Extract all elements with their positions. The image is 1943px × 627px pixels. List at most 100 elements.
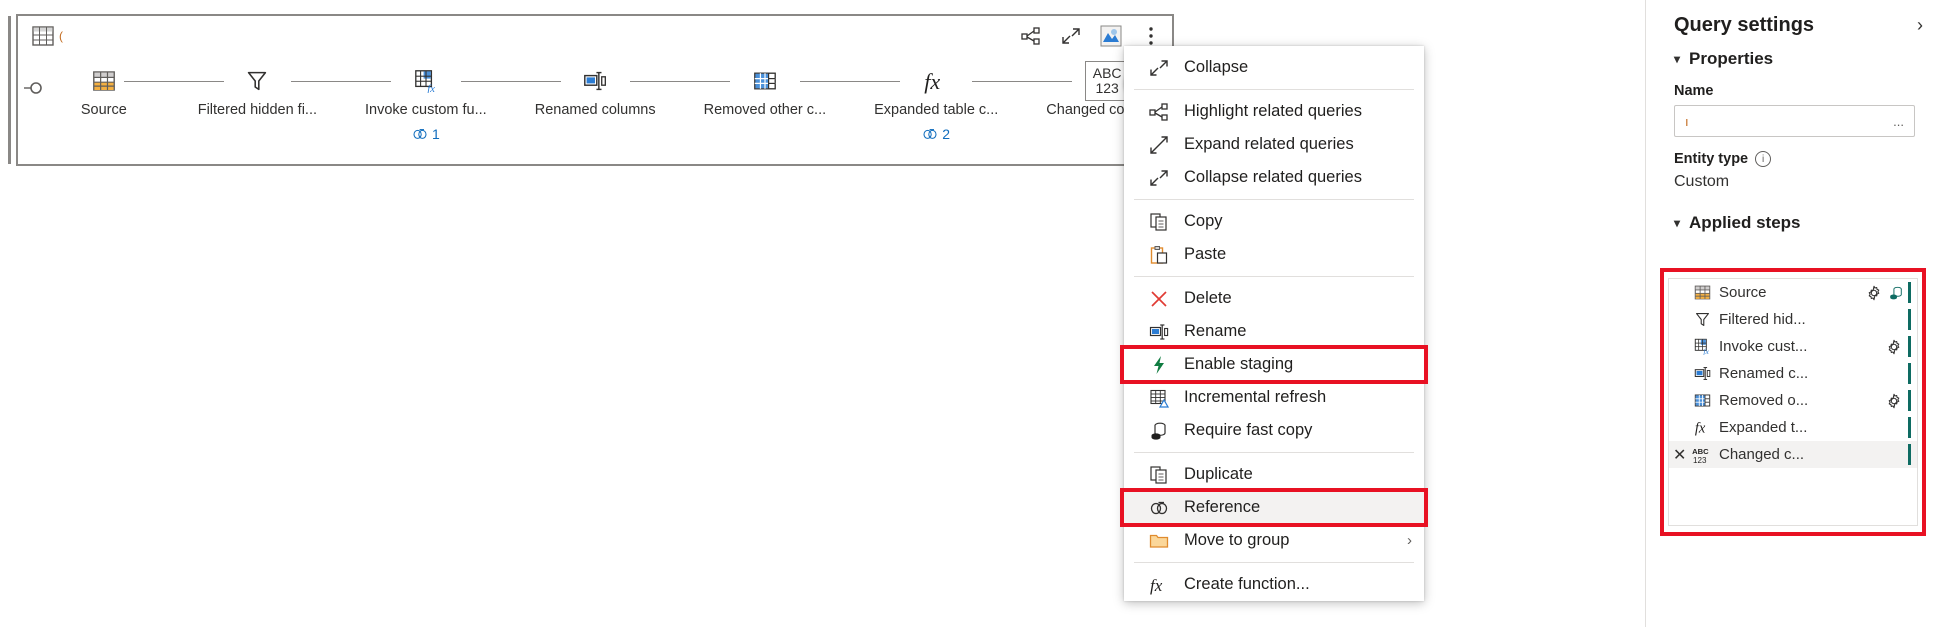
menu-item-incremental-refresh[interactable]: Incremental refresh — [1124, 381, 1424, 414]
menu-item-collapse-related-queries[interactable]: Collapse related queries — [1124, 161, 1424, 194]
table-columns-icon — [1691, 392, 1713, 409]
page-title: Query settings — [1674, 14, 1815, 36]
diagram-steps-flow: Source Filtered hidden fi... fx Invoke cust… — [58, 61, 1168, 156]
staging-database-icon[interactable] — [1888, 285, 1904, 301]
menu-item-move-to-group[interactable]: Move to group › — [1124, 524, 1424, 557]
applied-steps-section-header[interactable]: ▾ Applied steps — [1646, 191, 1943, 233]
gear-icon[interactable] — [1886, 339, 1902, 355]
query-settings-header: Query settings › — [1646, 0, 1943, 37]
applied-step-label: Removed o... — [1719, 392, 1809, 409]
menu-item-reference[interactable]: Reference — [1124, 491, 1424, 524]
folder-icon — [1146, 531, 1172, 551]
menu-item-collapse[interactable]: Collapse — [1124, 51, 1424, 84]
reference-icon — [1146, 498, 1172, 518]
diagram-step-label: Renamed columns — [534, 102, 656, 118]
delete-step-icon[interactable]: ✕ — [1673, 445, 1686, 465]
duplicate-icon — [1146, 465, 1172, 485]
applied-step-2[interactable]: Filtered hid... — [1669, 306, 1917, 333]
paste-icon — [1146, 245, 1172, 265]
menu-item-enable-staging[interactable]: Enable staging — [1124, 348, 1424, 381]
diagram-step-label: Filtered hidden fi... — [197, 102, 318, 118]
abc-123-top: ABC — [1092, 65, 1122, 82]
menu-separator — [1134, 276, 1414, 277]
chevron-right-icon: › — [1407, 532, 1412, 549]
step-status-bar — [1908, 336, 1911, 357]
diagram-step-label: Invoke custom fu... — [365, 102, 487, 118]
info-icon[interactable]: i — [1755, 151, 1772, 167]
menu-item-label: Reference — [1184, 498, 1261, 516]
applied-step-label: Filtered hid... — [1719, 311, 1806, 328]
chevron-right-icon[interactable]: › — [1911, 15, 1929, 36]
menu-separator — [1134, 89, 1414, 90]
applied-step-label: Renamed c... — [1719, 365, 1809, 382]
applied-step-6[interactable]: fx Expanded t... — [1669, 414, 1917, 441]
query-thumbnail-icon[interactable] — [1098, 23, 1124, 49]
fx-icon: fx — [923, 68, 949, 94]
name-input-value: ı — [1685, 113, 1689, 129]
copy-icon — [1146, 212, 1172, 232]
query-name-label: ( — [59, 29, 63, 43]
name-input[interactable]: ı ... — [1674, 105, 1915, 137]
diagram-step-4[interactable]: Renamed columns — [535, 66, 656, 118]
applied-steps-list: Source Filtered hid... fx Invoke cust... Ren… — [1668, 278, 1918, 526]
menu-separator — [1134, 562, 1414, 563]
menu-item-label: Require fast copy — [1184, 421, 1313, 439]
rename-icon — [1146, 322, 1172, 342]
diagram-step-2[interactable]: Filtered hidden fi... — [198, 66, 317, 118]
step-status-bar — [1908, 444, 1911, 465]
menu-item-require-fast-copy[interactable]: Require fast copy — [1124, 414, 1424, 447]
filter-icon — [245, 69, 269, 93]
query-settings-panel: Query settings › ▾ Properties Name ı ...… — [1645, 0, 1943, 627]
menu-item-label: Move to group — [1184, 531, 1290, 549]
diagram-step-6[interactable]: fx Expanded table c... 2 — [874, 66, 998, 142]
lightning-bolt-icon — [1146, 355, 1172, 375]
abc-123-icon: ABC 123 — [1085, 61, 1130, 101]
step-reference-count[interactable]: 1 — [412, 126, 440, 142]
properties-section-label: Properties — [1689, 49, 1774, 68]
menu-item-create-function[interactable]: fx Create function... — [1124, 568, 1424, 601]
diagram-step-3[interactable]: fx Invoke custom fu... 1 — [365, 66, 487, 142]
properties-section-header[interactable]: ▾ Properties — [1646, 37, 1943, 69]
step-reference-count[interactable]: 2 — [922, 126, 950, 142]
menu-separator — [1134, 199, 1414, 200]
menu-item-label: Expand related queries — [1184, 135, 1354, 153]
applied-step-3[interactable]: fx Invoke cust... — [1669, 333, 1917, 360]
step-reference-number: 2 — [942, 126, 951, 142]
menu-item-label: Rename — [1184, 322, 1247, 340]
menu-item-expand-related-queries[interactable]: Expand related queries — [1124, 128, 1424, 161]
applied-step-1[interactable]: Source — [1669, 279, 1917, 306]
applied-step-7[interactable]: ✕ ABC 123 Changed c... — [1669, 441, 1917, 468]
reference-icon — [412, 126, 428, 142]
gear-icon[interactable] — [1886, 393, 1902, 409]
menu-separator — [1134, 452, 1414, 453]
rename-icon — [1691, 365, 1713, 382]
fx-icon: fx — [1691, 419, 1713, 436]
applied-step-5[interactable]: Removed o... — [1669, 387, 1917, 414]
svg-text:fx: fx — [1150, 576, 1163, 595]
applied-step-4[interactable]: Renamed c... — [1669, 360, 1917, 387]
expand-related-queries-icon — [1146, 135, 1172, 155]
menu-item-delete[interactable]: Delete — [1124, 282, 1424, 315]
menu-item-highlight-related-queries[interactable]: Highlight related queries — [1124, 95, 1424, 128]
menu-item-rename[interactable]: Rename — [1124, 315, 1424, 348]
abc-123-icon: ABC 123 — [1691, 446, 1713, 464]
gear-icon[interactable] — [1866, 285, 1882, 301]
delete-x-icon — [1146, 289, 1172, 309]
diagram-step-1[interactable]: Source — [58, 66, 150, 118]
menu-item-copy[interactable]: Copy — [1124, 205, 1424, 238]
source-table-icon — [92, 69, 116, 93]
menu-item-paste[interactable]: Paste — [1124, 238, 1424, 271]
applied-step-label: Changed c... — [1719, 446, 1805, 463]
menu-item-label: Collapse related queries — [1184, 168, 1362, 186]
abc-123-bottom: 123 — [1095, 80, 1119, 96]
source-table-icon — [1691, 284, 1713, 301]
menu-item-duplicate[interactable]: Duplicate — [1124, 458, 1424, 491]
diagram-step-5[interactable]: Removed other c... — [704, 66, 826, 118]
invoke-function-icon: fx — [414, 69, 438, 93]
highlight-related-queries-icon[interactable] — [1018, 23, 1044, 49]
svg-text:fx: fx — [427, 83, 435, 93]
collapse-icon[interactable] — [1058, 23, 1084, 49]
applied-step-label: Source — [1719, 284, 1767, 301]
diagram-step-label: Source — [80, 102, 127, 118]
query-input-socket-icon — [24, 78, 46, 98]
